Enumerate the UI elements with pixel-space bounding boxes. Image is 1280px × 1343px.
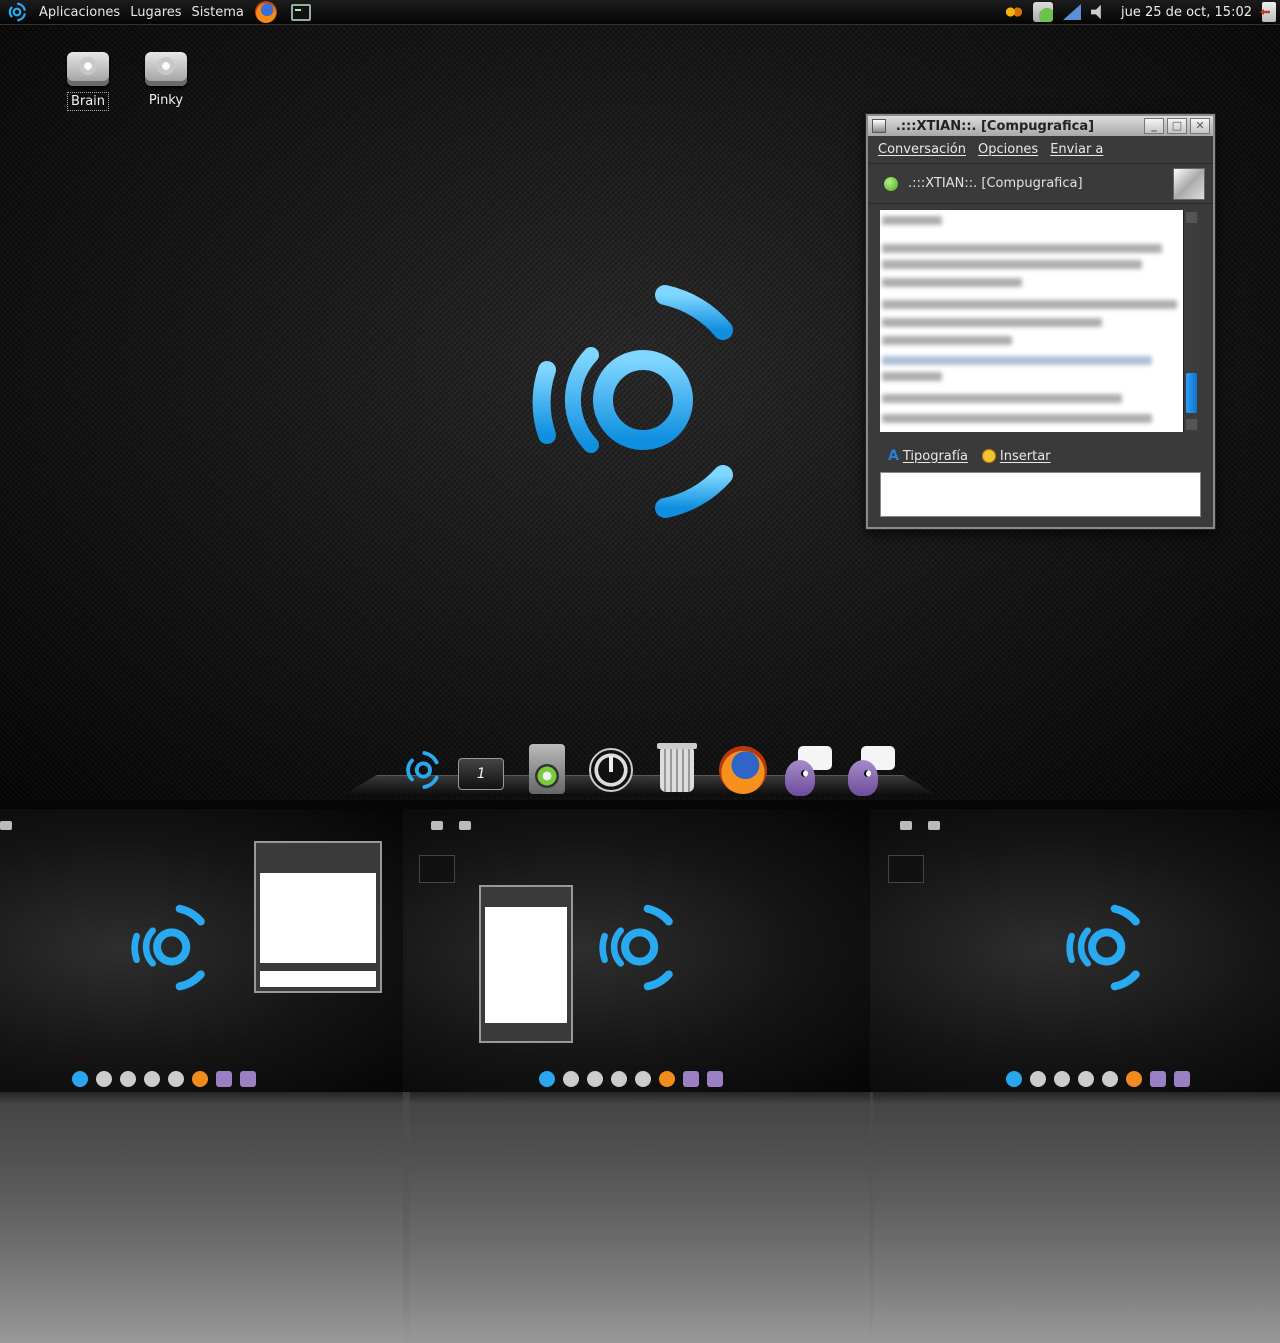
- clock[interactable]: jue 25 de oct, 15:02: [1121, 5, 1252, 20]
- drive-icon: [0, 821, 12, 830]
- pidgin-icon: [847, 760, 878, 796]
- workspace-thumb-panel: [403, 800, 873, 809]
- message-input[interactable]: [880, 472, 1201, 517]
- power-launcher[interactable]: [585, 744, 637, 796]
- insert-button[interactable]: Insertar: [981, 448, 1051, 464]
- pidgin-tray-icon[interactable]: [1033, 2, 1054, 22]
- desktop-icon-brain[interactable]: Brain: [58, 52, 118, 111]
- chat-window[interactable]: .:::XTIAN::. [Compugrafica] _ □ ✕ Conver…: [866, 114, 1215, 529]
- workspace-reflection: [0, 1092, 410, 1343]
- buddy-name: .:::XTIAN::. [Compugrafica]: [908, 176, 1083, 191]
- scrollbar[interactable]: [1183, 210, 1199, 432]
- workspace-thumb-right[interactable]: [870, 809, 1280, 1092]
- system-tray: jue 25 de oct, 15:02: [1005, 2, 1280, 22]
- insert-label: Insertar: [999, 448, 1051, 464]
- smiley-icon: [981, 449, 996, 463]
- desktop-icon-label: Brain: [66, 92, 110, 111]
- menu-sistema[interactable]: Sistema: [187, 5, 249, 20]
- scroll-up-arrow-icon[interactable]: [1186, 212, 1197, 223]
- font-label: Tipografía: [902, 448, 968, 464]
- workspace-switcher[interactable]: 1: [458, 744, 507, 796]
- xubuntu-logo-icon: [1066, 904, 1140, 991]
- font-button[interactable]: A Tipografía: [888, 448, 968, 464]
- xubuntu-wallpaper-logo: [532, 285, 733, 518]
- workspace-thumb-center[interactable]: [403, 809, 873, 1092]
- network-icon[interactable]: [1063, 4, 1082, 20]
- xubuntu-menu-icon[interactable]: [6, 1, 28, 23]
- desktop-icon-label: Pinky: [148, 93, 184, 108]
- minimize-button[interactable]: _: [1144, 118, 1164, 134]
- mini-terminal: [888, 855, 924, 883]
- trash-launcher[interactable]: [651, 743, 703, 796]
- online-status-icon: [884, 176, 898, 191]
- menu-conversacion[interactable]: Conversación: [878, 142, 966, 157]
- drive-icon: [67, 52, 109, 86]
- workspace-switcher-icon: 1: [458, 758, 505, 790]
- mini-dock: [1006, 1071, 1190, 1087]
- workspace-thumb-panel: [0, 800, 470, 809]
- workspace-overview: [0, 800, 1280, 1343]
- top-panel: Aplicaciones Lugares Sistema jue 25 de o…: [0, 0, 1280, 25]
- maximize-button[interactable]: □: [1167, 118, 1187, 134]
- desktop-icon-pinky[interactable]: Pinky: [136, 52, 196, 109]
- workspace-reflection: [403, 1092, 873, 1343]
- scroll-down-arrow-icon[interactable]: [1186, 419, 1197, 430]
- menu-lugares[interactable]: Lugares: [125, 5, 186, 20]
- menu-opciones[interactable]: Opciones: [978, 142, 1038, 157]
- firefox-icon: [718, 746, 767, 794]
- drive-icon: [928, 821, 940, 830]
- conversation-log[interactable]: [880, 210, 1199, 432]
- drive-icon: [459, 821, 471, 830]
- mini-terminal: [419, 855, 455, 883]
- window-icon[interactable]: [872, 119, 886, 133]
- xubuntu-logo-icon: [131, 904, 205, 991]
- mini-dock: [539, 1071, 723, 1087]
- mini-buddy-list-window[interactable]: [479, 885, 573, 1043]
- scrollbar-thumb[interactable]: [1186, 373, 1197, 413]
- trash-icon: [656, 743, 697, 792]
- workspace-thumb-panel: [870, 800, 1280, 809]
- menu-enviar-a[interactable]: Enviar a: [1050, 142, 1103, 157]
- workspace-thumb-left[interactable]: [0, 809, 410, 1092]
- font-icon: A: [888, 448, 899, 464]
- power-icon: [588, 748, 633, 792]
- speaker-launcher[interactable]: [521, 744, 570, 796]
- pidgin-icon: [784, 760, 815, 796]
- volume-icon[interactable]: [1091, 4, 1101, 20]
- avatar[interactable]: [1173, 168, 1205, 200]
- main-desktop: Aplicaciones Lugares Sistema jue 25 de o…: [0, 0, 1280, 800]
- menu-aplicaciones[interactable]: Aplicaciones: [34, 5, 125, 20]
- close-button[interactable]: ✕: [1190, 118, 1210, 134]
- xubuntu-logo-icon[interactable]: [395, 744, 444, 796]
- firefox-launcher[interactable]: [717, 744, 769, 796]
- xubuntu-logo-icon: [599, 904, 673, 991]
- format-toolbar: A Tipografía Insertar: [880, 442, 1211, 470]
- speaker-icon: [529, 744, 566, 794]
- terminal-launcher-icon[interactable]: [290, 3, 311, 21]
- drive-icon: [431, 821, 443, 830]
- chat-titlebar[interactable]: .:::XTIAN::. [Compugrafica] _ □ ✕: [868, 116, 1213, 136]
- mini-chat-window[interactable]: [254, 841, 382, 993]
- window-title: .:::XTIAN::. [Compugrafica]: [895, 118, 1095, 134]
- workspace-reflection: [870, 1092, 1280, 1343]
- sync-icon[interactable]: [1005, 4, 1024, 20]
- buddy-header: .:::XTIAN::. [Compugrafica]: [868, 164, 1213, 204]
- logout-icon[interactable]: [1262, 2, 1276, 22]
- drive-icon: [900, 821, 912, 830]
- mini-dock: [72, 1071, 256, 1087]
- chat-menubar: Conversación Opciones Enviar a: [868, 136, 1213, 164]
- drive-icon: [145, 52, 187, 86]
- pidgin-launcher[interactable]: [783, 744, 832, 796]
- dock: 1: [395, 736, 896, 796]
- firefox-launcher-icon[interactable]: [254, 1, 277, 23]
- pidgin-conversation-launcher[interactable]: [846, 744, 896, 796]
